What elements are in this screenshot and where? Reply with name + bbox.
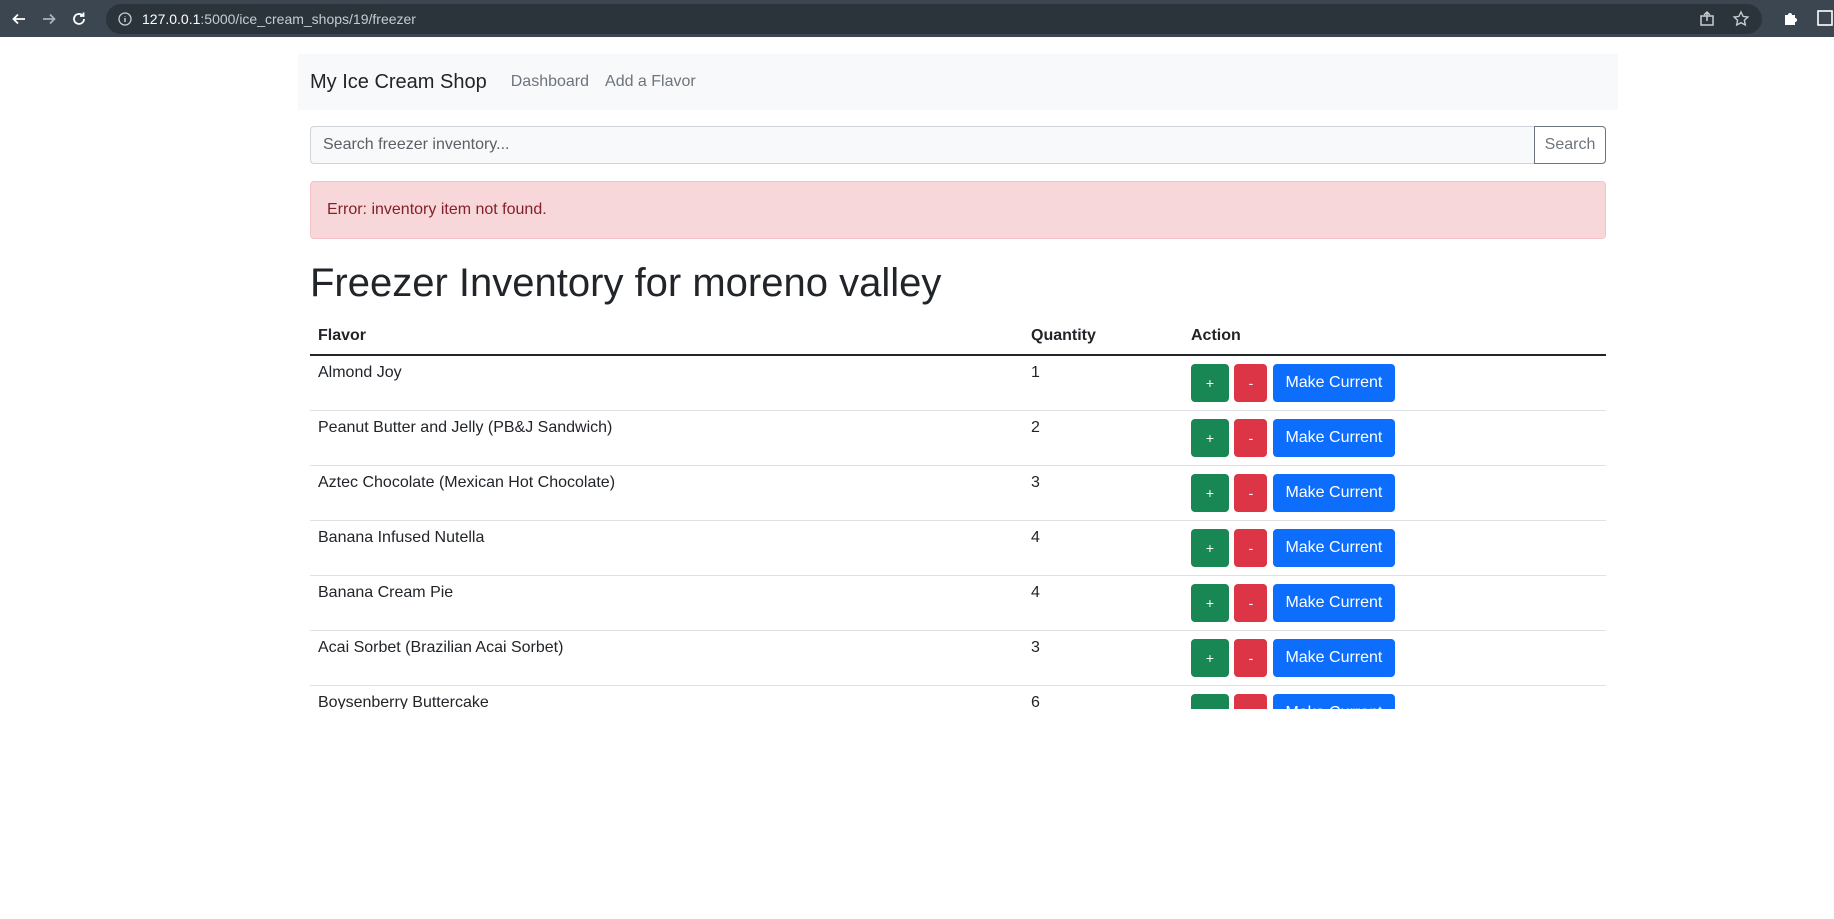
- table-row: Banana Infused Nutella 4 + - Make Curren…: [310, 520, 1606, 576]
- decrement-button[interactable]: -: [1234, 474, 1268, 512]
- flavor-cell: Acai Sorbet (Brazilian Acai Sorbet): [310, 630, 1023, 686]
- flavor-cell: Peanut Butter and Jelly (PB&J Sandwich): [310, 410, 1023, 466]
- action-cell: + - Make Current: [1183, 355, 1606, 411]
- make-current-button[interactable]: Make Current: [1272, 364, 1395, 402]
- reload-icon[interactable]: [68, 8, 90, 30]
- page-container: My Ice Cream Shop Dashboard Add a Flavor…: [298, 54, 1618, 709]
- error-alert-message: Error: inventory item not found.: [327, 201, 547, 218]
- quantity-cell: 3: [1023, 630, 1183, 686]
- decrement-button[interactable]: -: [1234, 584, 1268, 622]
- extensions-puzzle-icon[interactable]: [1782, 9, 1800, 27]
- increment-button[interactable]: +: [1191, 694, 1229, 709]
- quantity-cell: 4: [1023, 520, 1183, 576]
- table-row: Boysenberry Buttercake 6 + - Make Curren…: [310, 685, 1606, 709]
- site-info-icon[interactable]: [118, 12, 132, 26]
- search-input[interactable]: [310, 126, 1534, 164]
- increment-button[interactable]: +: [1191, 639, 1229, 677]
- url-path: :5000/ice_cream_shops/19/freezer: [200, 11, 416, 27]
- increment-button[interactable]: +: [1191, 474, 1229, 512]
- flavor-cell: Banana Infused Nutella: [310, 520, 1023, 576]
- quantity-cell: 2: [1023, 410, 1183, 466]
- quantity-cell: 4: [1023, 575, 1183, 631]
- url-text: 127.0.0.1:5000/ice_cream_shops/19/freeze…: [142, 11, 416, 27]
- table-row: Almond Joy 1 + - Make Current: [310, 355, 1606, 411]
- quantity-cell: 3: [1023, 465, 1183, 521]
- url-host: 127.0.0.1: [142, 11, 201, 27]
- flavor-cell: Aztec Chocolate (Mexican Hot Chocolate): [310, 465, 1023, 521]
- search-button[interactable]: Search: [1534, 126, 1606, 164]
- increment-button[interactable]: +: [1191, 364, 1229, 402]
- action-cell: + - Make Current: [1183, 410, 1606, 466]
- decrement-button[interactable]: -: [1234, 419, 1268, 457]
- freezer-inventory-table: Flavor Quantity Action Almond Joy 1 + - …: [310, 319, 1606, 709]
- action-cell: + - Make Current: [1183, 465, 1606, 521]
- browser-toolbar: 127.0.0.1:5000/ice_cream_shops/19/freeze…: [0, 0, 1834, 37]
- action-cell: + - Make Current: [1183, 575, 1606, 631]
- bookmark-star-icon[interactable]: [1732, 10, 1750, 28]
- action-cell: + - Make Current: [1183, 630, 1606, 686]
- table-row: Aztec Chocolate (Mexican Hot Chocolate) …: [310, 465, 1606, 521]
- error-alert: Error: inventory item not found.: [310, 181, 1606, 239]
- column-header-flavor: Flavor: [310, 319, 1023, 356]
- action-cell: + - Make Current: [1183, 520, 1606, 576]
- quantity-cell: 6: [1023, 685, 1183, 709]
- decrement-button[interactable]: -: [1234, 639, 1268, 677]
- decrement-button[interactable]: -: [1234, 694, 1268, 709]
- increment-button[interactable]: +: [1191, 584, 1229, 622]
- decrement-button[interactable]: -: [1234, 529, 1268, 567]
- search-form: Search: [310, 126, 1606, 164]
- make-current-button[interactable]: Make Current: [1272, 474, 1395, 512]
- nav-link-add-flavor[interactable]: Add a Flavor: [605, 73, 696, 91]
- quantity-cell: 1: [1023, 355, 1183, 411]
- table-row: Acai Sorbet (Brazilian Acai Sorbet) 3 + …: [310, 630, 1606, 686]
- flavor-cell: Boysenberry Buttercake: [310, 685, 1023, 709]
- make-current-button[interactable]: Make Current: [1272, 694, 1395, 709]
- table-row: Banana Cream Pie 4 + - Make Current: [310, 575, 1606, 631]
- make-current-button[interactable]: Make Current: [1272, 584, 1395, 622]
- flavor-cell: Almond Joy: [310, 355, 1023, 411]
- side-panel-icon[interactable]: [1816, 9, 1834, 27]
- table-row: Peanut Butter and Jelly (PB&J Sandwich) …: [310, 410, 1606, 466]
- navbar: My Ice Cream Shop Dashboard Add a Flavor: [298, 54, 1618, 110]
- share-icon[interactable]: [1698, 10, 1716, 28]
- make-current-button[interactable]: Make Current: [1272, 639, 1395, 677]
- make-current-button[interactable]: Make Current: [1272, 419, 1395, 457]
- increment-button[interactable]: +: [1191, 529, 1229, 567]
- page-title: Freezer Inventory for moreno valley: [310, 261, 942, 305]
- navbar-brand[interactable]: My Ice Cream Shop: [310, 71, 487, 94]
- forward-arrow-icon[interactable]: [38, 8, 60, 30]
- column-header-quantity: Quantity: [1023, 319, 1183, 356]
- make-current-button[interactable]: Make Current: [1272, 529, 1395, 567]
- column-header-action: Action: [1183, 319, 1606, 356]
- back-arrow-icon[interactable]: [8, 8, 30, 30]
- action-cell: + - Make Current: [1183, 685, 1606, 709]
- nav-link-dashboard[interactable]: Dashboard: [511, 73, 589, 91]
- table-header-row: Flavor Quantity Action: [310, 319, 1606, 356]
- flavor-cell: Banana Cream Pie: [310, 575, 1023, 631]
- address-bar[interactable]: 127.0.0.1:5000/ice_cream_shops/19/freeze…: [106, 4, 1762, 34]
- increment-button[interactable]: +: [1191, 419, 1229, 457]
- decrement-button[interactable]: -: [1234, 364, 1268, 402]
